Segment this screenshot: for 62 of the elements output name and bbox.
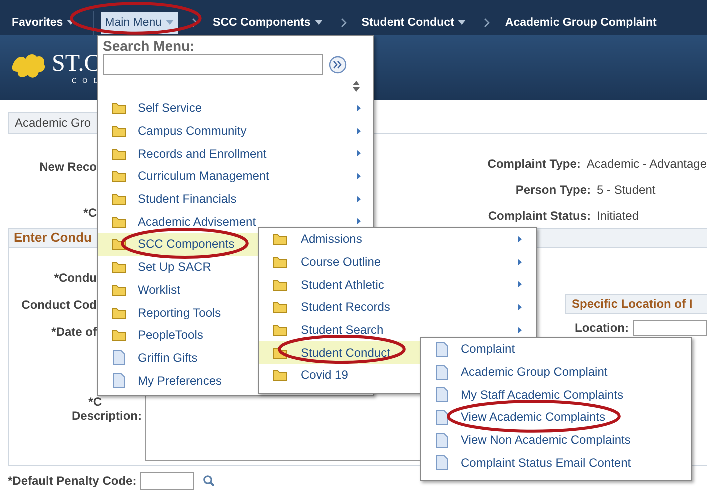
folder-icon: [273, 369, 287, 382]
menu-item[interactable]: My Staff Academic Complaints: [421, 383, 691, 406]
field-value: 5 - Student: [597, 183, 656, 197]
menu-item[interactable]: Curriculum Management: [98, 165, 373, 188]
document-icon: [112, 373, 126, 388]
menu-item[interactable]: Student Athletic: [259, 273, 536, 296]
field-value: Initiated: [597, 209, 640, 223]
menu-item[interactable]: Student Records: [259, 296, 536, 319]
document-icon: [435, 364, 449, 380]
folder-icon: [273, 324, 287, 336]
field-label: Complaint Type:: [487, 157, 581, 171]
field-label: Person Type:: [514, 183, 591, 197]
nav-menu-button[interactable]: SCC Components: [209, 12, 327, 34]
menu-item[interactable]: Campus Community: [98, 120, 373, 142]
menu-item[interactable]: Student Financials: [98, 188, 373, 210]
field-value: Academic - Advantage: [586, 157, 707, 171]
nav-menu-button[interactable]: Favorites: [8, 12, 80, 34]
field-label: New Reco: [40, 160, 97, 174]
search-field[interactable]: [103, 54, 323, 75]
field-label: *Date of: [50, 324, 97, 341]
menu-item[interactable]: View Non Academic Complaints: [421, 428, 691, 452]
folder-icon: [112, 193, 126, 206]
penalty-code-field[interactable]: [140, 472, 194, 490]
field-label: Location:: [575, 321, 629, 335]
document-icon: [435, 455, 449, 470]
folder-icon: [273, 233, 287, 246]
search-label: Search Menu:: [103, 38, 196, 54]
menu-item[interactable]: Complaint Status Email Content: [421, 451, 691, 474]
folder-icon: [273, 278, 287, 291]
search-icon: [202, 475, 215, 487]
logo-text: ST.C: [52, 50, 102, 76]
field-label: *Condu: [53, 270, 97, 287]
document-icon: [435, 432, 449, 448]
folder-icon: [112, 170, 126, 182]
folder-icon: [112, 102, 126, 114]
nav-menu-button[interactable]: Student Conduct: [358, 12, 470, 34]
document-icon: [435, 342, 449, 357]
field-label: *Default Penalty Code:: [8, 474, 137, 488]
menu-item[interactable]: Records and Enrollment: [98, 142, 373, 166]
folder-icon: [112, 261, 126, 274]
document-icon: [435, 410, 449, 425]
sort-icon: [353, 81, 360, 92]
field-label: *C: [84, 206, 97, 220]
nav-menu-button[interactable]: Academic Group Complaint: [501, 12, 661, 34]
folder-icon: [112, 148, 126, 160]
folder-icon: [112, 306, 126, 319]
page-tab[interactable]: Academic Gro: [8, 112, 98, 133]
section-title: Specific Location of I: [565, 294, 707, 314]
folder-icon: [112, 284, 126, 296]
field-label: *C: [88, 395, 102, 409]
field-label: Complaint Status:: [487, 209, 591, 223]
folder-icon: [273, 301, 287, 314]
folder-icon: [112, 329, 126, 342]
document-icon: [435, 387, 449, 402]
menu-item[interactable]: View Academic Complaints: [421, 406, 691, 429]
folder-icon: [112, 125, 126, 138]
menu-item[interactable]: Self Service: [98, 97, 373, 120]
field-label: Conduct Cod: [20, 297, 97, 314]
location-field[interactable]: [633, 320, 707, 336]
document-icon: [112, 350, 126, 366]
nav-menu-button[interactable]: Main Menu: [101, 12, 178, 34]
field-label: Description:: [72, 409, 142, 423]
